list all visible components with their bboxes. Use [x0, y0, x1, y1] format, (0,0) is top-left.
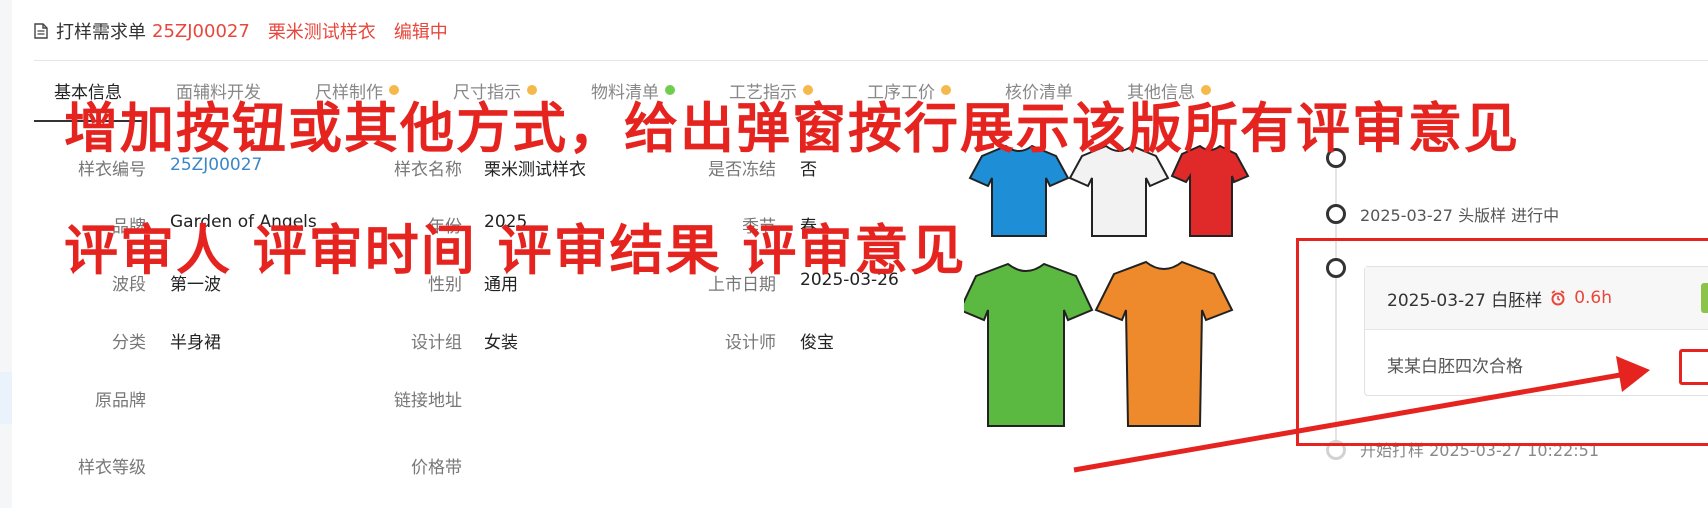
designer-value: 俊宝 [800, 333, 834, 353]
label-price-band: 价格带 [411, 458, 462, 478]
tshirt-green-icon [964, 262, 1094, 427]
timeline-item-first-sample: 2025-03-27 头版样 进行中 [1360, 206, 1560, 225]
sample-image [964, 144, 1250, 427]
sample-code: 25ZJ00027 [152, 20, 250, 42]
page-title: 打样需求单 [56, 22, 146, 43]
label-original-brand: 原品牌 [95, 391, 146, 411]
sample-name: 栗米测试样衣 [267, 22, 376, 43]
left-gutter [0, 0, 12, 508]
label-sample-level: 样衣等级 [78, 458, 146, 478]
page-title-bar: 打样需求单 25ZJ00027 栗米测试样衣 编辑中 [34, 16, 448, 46]
status-badge: 编辑中 [393, 22, 448, 43]
design-group-value: 女装 [484, 333, 518, 353]
header-divider [34, 60, 1708, 61]
annotation-highlight-box [1296, 238, 1708, 446]
label-link: 链接地址 [394, 391, 462, 411]
category-value: 半身裙 [170, 333, 221, 353]
annotation-text-line1: 增加按钮或其他方式，给出弹窗按行展示该版所有评审意见 [64, 97, 1520, 160]
tshirt-orange-icon [1094, 260, 1234, 427]
label-category: 分类 [112, 333, 146, 353]
label-design-group: 设计组 [411, 333, 462, 353]
document-icon [34, 23, 48, 39]
gutter-highlight [0, 372, 12, 424]
annotation-text-line2: 评审人 评审时间 评审结果 评审意见 [64, 219, 967, 282]
label-designer: 设计师 [725, 333, 776, 353]
timeline-node [1326, 204, 1346, 224]
